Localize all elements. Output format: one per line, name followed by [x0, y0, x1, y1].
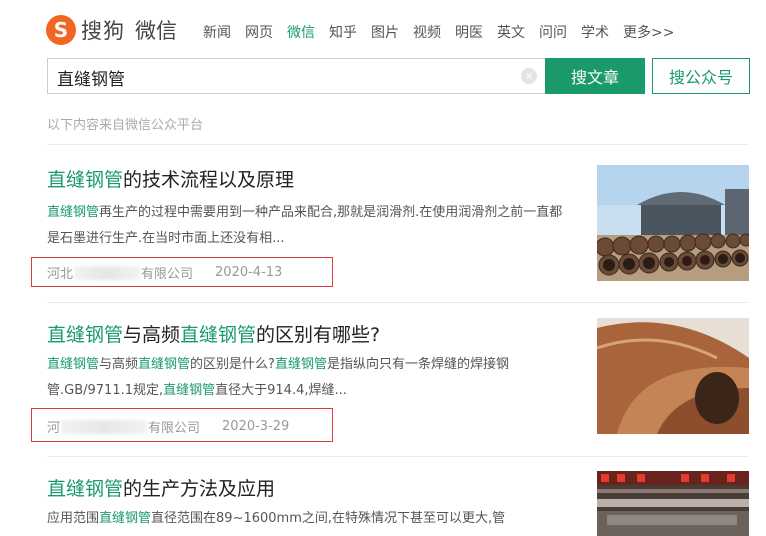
result-description: 直缝钢管再生产的过程中需要用到一种产品来配合,那就是润滑剂.在使用润滑剂之前一直… — [47, 200, 571, 252]
keyword-highlight: 直缝钢管 — [47, 478, 124, 500]
keyword-highlight: 直缝钢管 — [47, 357, 100, 372]
source-note: 以下内容来自微信公众平台 — [47, 118, 204, 133]
keyword-highlight: 直缝钢管 — [47, 169, 124, 191]
result-description: 应用范围直缝钢管直径范围在89~1600mm之间,在特殊情况下甚至可以更大,管 — [47, 506, 571, 532]
keyword-highlight: 直缝钢管 — [47, 324, 124, 346]
nav-item[interactable]: 网页 — [245, 22, 273, 42]
nav-item[interactable]: 英文 — [497, 22, 525, 42]
sogou-logo-icon: S — [46, 15, 76, 45]
search-input[interactable] — [48, 59, 499, 95]
keyword-highlight: 直缝钢管 — [47, 205, 100, 220]
logo-product-name: 微信 — [135, 19, 177, 43]
nav-item[interactable]: 新闻 — [203, 22, 231, 42]
keyword-highlight: 直缝钢管 — [163, 383, 216, 398]
nav-item[interactable]: 知乎 — [329, 22, 357, 42]
nav-item-active[interactable]: 微信 — [287, 22, 315, 42]
result-thumbnail[interactable] — [597, 165, 749, 281]
search-article-button[interactable]: 搜文章 — [545, 58, 645, 94]
result-title[interactable]: 直缝钢管与高频直缝钢管的区别有哪些? — [47, 320, 380, 347]
result-title[interactable]: 直缝钢管的技术流程以及原理 — [47, 165, 294, 192]
text-segment: 与高频 — [99, 357, 139, 372]
search-account-button[interactable]: 搜公众号 — [652, 58, 750, 94]
nav-item[interactable]: 问问 — [539, 22, 567, 42]
result-thumbnail[interactable] — [597, 318, 749, 434]
search-box: × — [47, 58, 545, 95]
clear-search-icon[interactable]: × — [521, 68, 537, 84]
text-segment: 应用范围 — [47, 511, 100, 526]
logo-brand-name: 搜狗 — [81, 19, 125, 43]
text-segment: 直径大于914.4,焊缝... — [215, 383, 347, 398]
nav-item[interactable]: 图片 — [371, 22, 399, 42]
divider — [47, 144, 749, 145]
text-segment: 的技术流程以及原理 — [123, 169, 295, 191]
text-segment: 的区别是什么? — [190, 357, 275, 372]
result-description: 直缝钢管与高频直缝钢管的区别是什么?直缝钢管是指纵向只有一条焊缝的焊接钢管.GB… — [47, 352, 571, 404]
keyword-highlight: 直缝钢管 — [180, 324, 257, 346]
nav-item[interactable]: 学术 — [581, 22, 609, 42]
divider — [47, 302, 749, 303]
top-nav: 新闻 网页 微信 知乎 图片 视频 明医 英文 问问 学术 更多>> — [203, 22, 688, 42]
keyword-highlight: 直缝钢管 — [99, 511, 152, 526]
keyword-highlight: 直缝钢管 — [274, 357, 327, 372]
keyword-highlight: 直缝钢管 — [138, 357, 191, 372]
text-segment: 的生产方法及应用 — [123, 478, 276, 500]
text-segment: 直径范围在89~1600mm之间,在特殊情况下甚至可以更大,管 — [151, 511, 506, 526]
text-segment: 再生产的过程中需要用到一种产品来配合,那就是润滑剂.在使用润滑剂之前一直都是石墨… — [47, 205, 563, 246]
nav-item[interactable]: 明医 — [455, 22, 483, 42]
divider — [47, 456, 749, 457]
highlight-box — [31, 257, 333, 287]
nav-item[interactable]: 视频 — [413, 22, 441, 42]
text-segment: 的区别有哪些? — [256, 324, 381, 346]
nav-item-more[interactable]: 更多>> — [623, 22, 674, 42]
result-item: 直缝钢管的生产方法及应用 应用范围直缝钢管直径范围在89~1600mm之间,在特… — [47, 471, 749, 536]
text-segment: 与高频 — [123, 324, 181, 346]
result-thumbnail[interactable] — [597, 471, 749, 536]
sogou-logo[interactable]: S 搜狗 微信 — [46, 12, 177, 48]
result-title[interactable]: 直缝钢管的生产方法及应用 — [47, 474, 275, 501]
highlight-box — [31, 408, 333, 442]
